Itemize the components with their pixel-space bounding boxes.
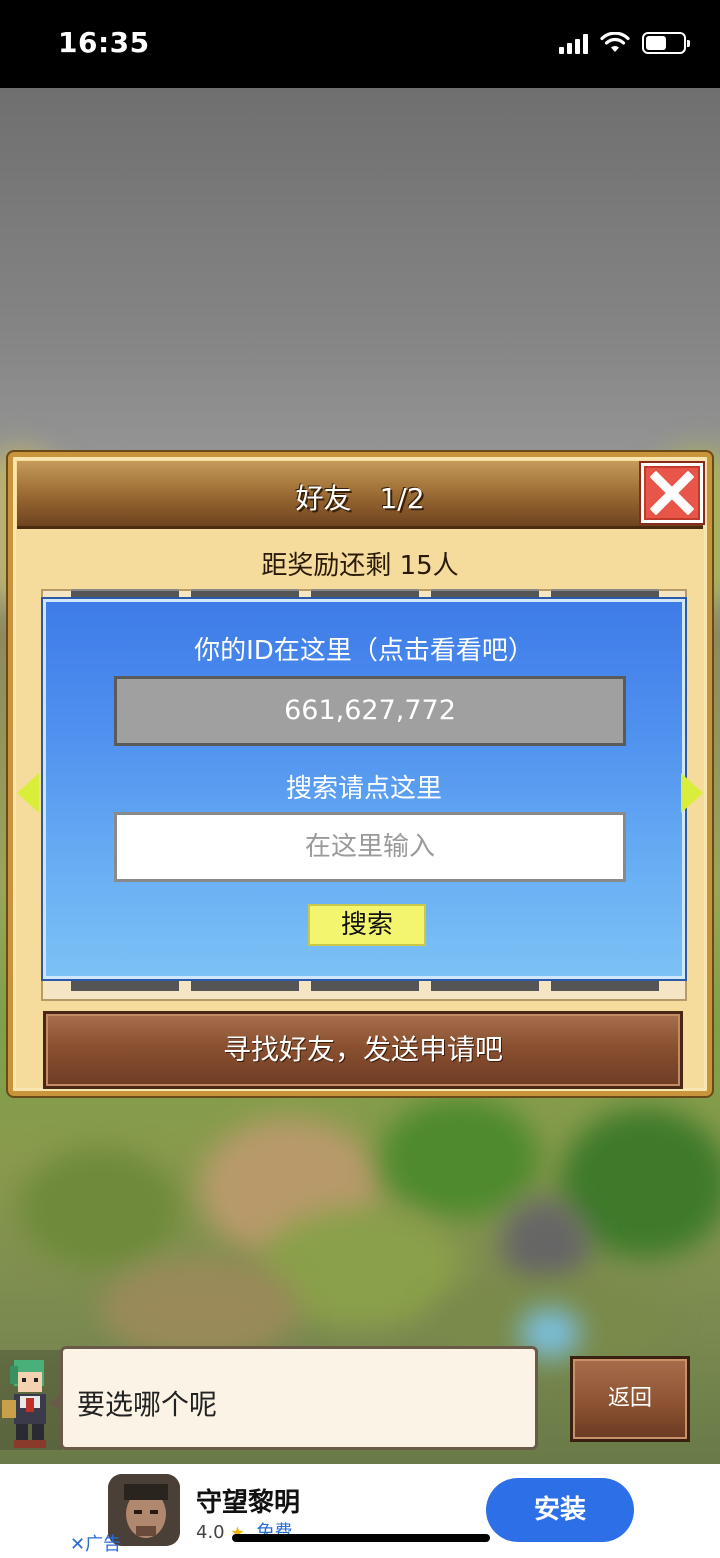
ad-close-icon[interactable]: ✕ [70,1534,85,1555]
wifi-icon [600,32,630,52]
ad-rating: 4.0 [196,1522,225,1543]
dialog-header: 好友 1/2 [17,461,703,529]
arrow-right-icon[interactable] [681,773,703,813]
close-icon [650,471,694,515]
home-indicator[interactable] [232,1534,490,1542]
arrow-left-icon[interactable] [17,773,39,813]
search-input[interactable]: 在这里输入 [114,812,626,882]
find-friends-button[interactable]: 寻找好友，发送申请吧 [43,1011,683,1089]
friends-dialog: 好友 1/2 距奖励还剩 15人 你的ID在这里（点击看看吧） 661,627,… [8,452,712,1096]
status-time: 16:35 [58,26,150,59]
ad-app-name[interactable]: 守望黎明 [196,1482,300,1519]
id-label: 你的ID在这里（点击看看吧） [194,636,534,666]
speech-bubble: 要选哪个呢 [49,1346,538,1450]
ad-label[interactable]: ✕广告 [70,1530,121,1556]
user-id-box[interactable]: 661,627,772 [114,676,626,746]
search-label: 搜索请点这里 [285,774,442,804]
back-button[interactable]: 返回 [570,1356,690,1442]
battery-icon [642,32,690,54]
reward-remaining-text: 距奖励还剩 15人 [261,551,459,581]
install-button[interactable]: 安装 [486,1478,634,1542]
close-button[interactable] [641,463,703,523]
id-search-panel: 你的ID在这里（点击看看吧） 661,627,772 搜索请点这里 在这里输入 … [43,599,685,979]
search-button[interactable]: 搜索 [308,904,426,946]
speech-text: 要选哪个呢 [77,1388,218,1421]
ad-banner[interactable]: 守望黎明 4.0 ★ 免费 ✕广告 安装 [0,1464,720,1558]
signal-icon [559,32,588,54]
status-bar: 16:35 [0,0,720,88]
dialog-title: 好友 1/2 [295,482,425,515]
status-icons [559,32,690,54]
